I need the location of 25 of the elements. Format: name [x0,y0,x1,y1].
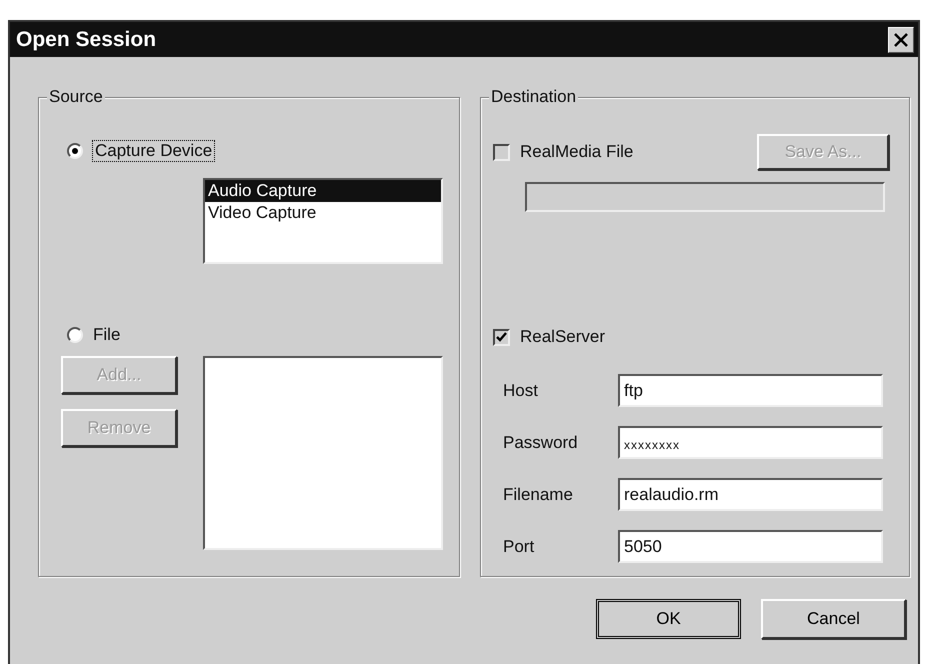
checkbox[interactable] [493,144,510,160]
close-icon [893,32,909,48]
password-field[interactable]: xxxxxxxx [618,426,883,459]
field-label: Host [503,380,539,400]
checkbox-label[interactable]: RealServer [520,327,606,347]
checkbox-label[interactable]: RealMedia File [520,142,634,162]
device-list[interactable]: Audio Capture Video Capture [203,178,443,264]
radio-button[interactable] [67,327,83,343]
checkbox[interactable] [493,328,510,346]
input-field[interactable]: 5050 [618,530,883,563]
radio-button[interactable] [67,143,83,159]
input-field[interactable]: ftp [618,374,883,407]
window-title: Open Session [16,28,156,52]
field-label: Filename [503,484,574,504]
field-label: Password [503,432,579,452]
list-item[interactable]: Video Capture [205,202,441,224]
list-item[interactable]: Audio Capture [205,180,441,202]
dialog-button[interactable]: OK [596,599,741,639]
password-mask: xxxxxxxx [624,436,680,452]
close-button[interactable] [888,26,914,52]
radio-label[interactable]: File [93,325,120,345]
input-field[interactable]: realaudio.rm [618,478,883,511]
radio-label[interactable]: Capture Device [93,141,214,161]
dialog-button[interactable]: Cancel [761,599,906,639]
field-label: Port [503,536,536,556]
